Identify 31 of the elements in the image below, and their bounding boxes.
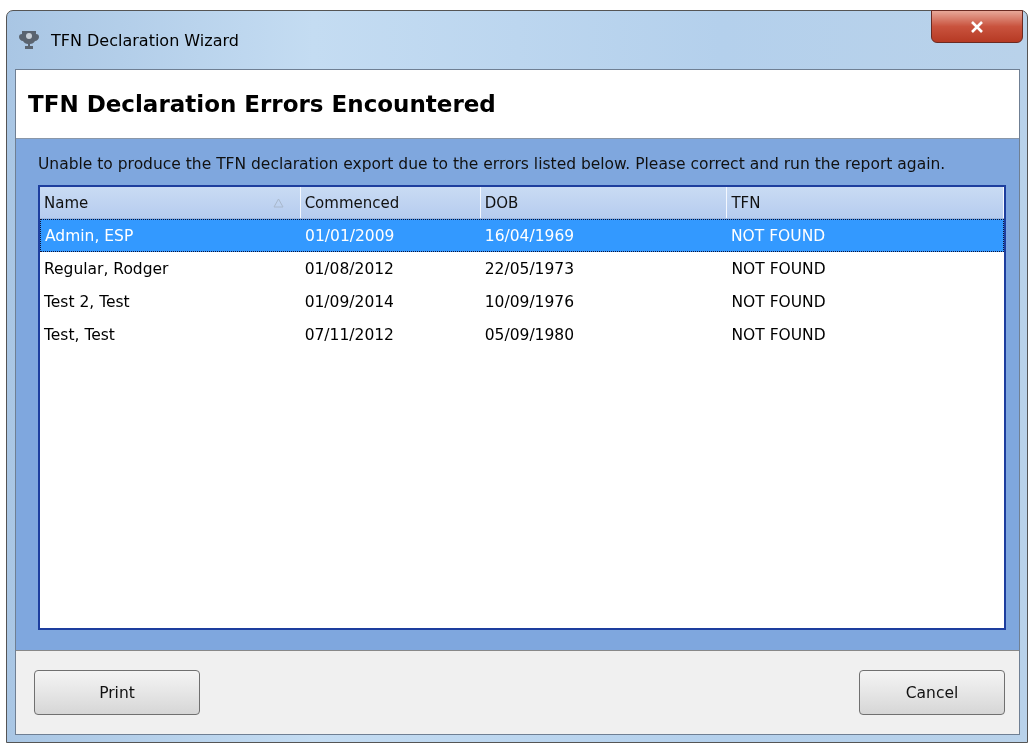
close-button[interactable]	[931, 10, 1023, 43]
window-title: TFN Declaration Wizard	[51, 30, 239, 50]
table-cell-text: 22/05/1973	[483, 259, 576, 278]
trophy-icon	[19, 29, 39, 51]
table-cell-text: 07/11/2012	[303, 325, 395, 344]
table-row[interactable]: Regular, Rodger 01/08/2012 22/05/1973 NOT FOUND	[40, 252, 1004, 285]
table-cell-text: NOT FOUND	[730, 292, 827, 311]
table-cell-text: Test 2, Test	[43, 292, 131, 311]
column-header[interactable]: Name	[40, 187, 301, 218]
table-cell-text: Test, Test	[43, 325, 116, 344]
print-button[interactable]: Print	[34, 670, 200, 715]
table-row[interactable]: Test, Test 07/11/2012 05/09/1980 NOT FOUND	[40, 318, 1004, 351]
table-row[interactable]: Test 2, Test 01/09/2014 10/09/1976 NOT FOUND	[40, 285, 1004, 318]
column-header[interactable]: TFN	[727, 187, 1004, 218]
table-cell-text: 01/08/2012	[303, 259, 395, 278]
table-cell-text: 16/04/1969	[483, 226, 576, 245]
close-icon	[970, 20, 984, 33]
page-heading: TFN Declaration Errors Encountered	[28, 91, 496, 117]
table-cell-text: 01/01/2009	[304, 226, 396, 245]
table-cell-text: Admin, ESP	[44, 226, 135, 245]
column-header[interactable]: DOB	[480, 187, 728, 218]
table-cell-text: NOT FOUND	[730, 325, 827, 344]
table-cell-text: Regular, Rodger	[43, 259, 170, 278]
table-cell-text: 10/09/1976	[483, 292, 576, 311]
table-cell-text: NOT FOUND	[730, 259, 827, 278]
cancel-button[interactable]: Cancel	[859, 670, 1005, 715]
table-cell-text: NOT FOUND	[730, 226, 827, 245]
error-message: Unable to produce the TFN declaration export due to the errors listed below. Please correct and run the report again.	[38, 154, 947, 175]
table-cell-text: 01/09/2014	[303, 292, 395, 311]
column-header[interactable]: Commenced	[300, 187, 481, 218]
table-cell-text: 05/09/1980	[483, 325, 576, 344]
